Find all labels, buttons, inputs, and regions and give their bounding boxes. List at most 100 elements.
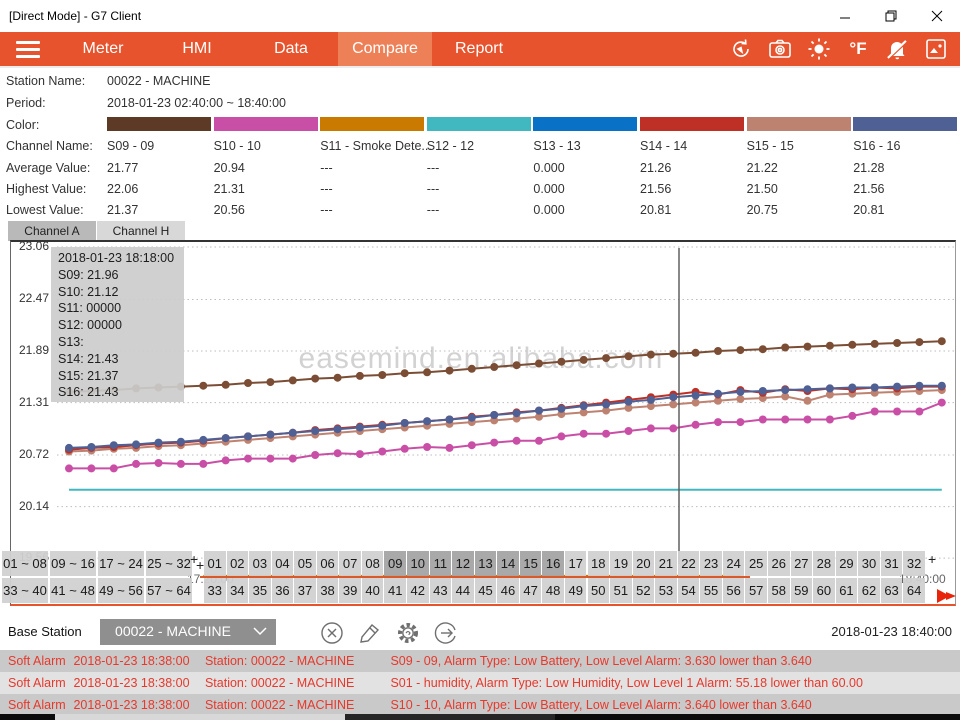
restore-button[interactable] — [868, 0, 914, 32]
alarm-row[interactable]: Soft Alarm 2018-01-23 18:38:00 Station: … — [0, 672, 960, 694]
channel-button-36[interactable]: 36 — [272, 578, 294, 603]
hamburger-menu-button[interactable] — [0, 32, 56, 66]
camera-button[interactable] — [768, 37, 792, 61]
channel-button-41[interactable]: 41 — [384, 578, 406, 603]
channel-group-button-09~16[interactable]: 09 ~ 16 — [50, 551, 96, 576]
gallery-button[interactable] — [924, 37, 948, 61]
clear-button[interactable] — [318, 619, 345, 646]
channel-button-25[interactable]: 25 — [745, 551, 767, 576]
next-page-arrow-button[interactable] — [936, 586, 958, 611]
channel-button-22[interactable]: 22 — [678, 551, 700, 576]
channel-button-46[interactable]: 46 — [497, 578, 519, 603]
channel-group-button-17~24[interactable]: 17 ~ 24 — [98, 551, 144, 576]
minimize-button[interactable] — [822, 0, 868, 32]
channel-button-09[interactable]: 09 — [384, 551, 406, 576]
channel-group-button-49~56[interactable]: 49 ~ 56 — [98, 578, 144, 603]
channel-button-61[interactable]: 61 — [836, 578, 858, 603]
channel-button-24[interactable]: 24 — [723, 551, 745, 576]
channel-button-29[interactable]: 29 — [836, 551, 858, 576]
channel-button-50[interactable]: 50 — [588, 578, 610, 603]
channel-button-42[interactable]: 42 — [407, 578, 429, 603]
channel-button-43[interactable]: 43 — [430, 578, 452, 603]
channel-button-10[interactable]: 10 — [407, 551, 429, 576]
brightness-button[interactable] — [807, 37, 831, 61]
channel-button-56[interactable]: 56 — [723, 578, 745, 603]
channel-button-62[interactable]: 62 — [858, 578, 880, 603]
channel-group-button-01~08[interactable]: 01 ~ 08 — [2, 551, 48, 576]
channel-group-button-41~48[interactable]: 41 ~ 48 — [50, 578, 96, 603]
channel-button-21[interactable]: 21 — [655, 551, 677, 576]
channel-button-26[interactable]: 26 — [768, 551, 790, 576]
channel-button-57[interactable]: 57 — [745, 578, 767, 603]
go-button[interactable] — [432, 619, 459, 646]
channel-button-20[interactable]: 20 — [633, 551, 655, 576]
alarm-row[interactable]: Soft Alarm 2018-01-23 18:38:00 Station: … — [0, 650, 960, 672]
channel-button-49[interactable]: 49 — [565, 578, 587, 603]
channel-button-45[interactable]: 45 — [475, 578, 497, 603]
alarm-mute-button[interactable] — [885, 37, 909, 61]
channel-button-58[interactable]: 58 — [768, 578, 790, 603]
channel-group-button-57~64[interactable]: 57 ~ 64 — [146, 578, 192, 603]
tab-channel-h[interactable]: Channel H — [97, 221, 185, 241]
channel-button-07[interactable]: 07 — [339, 551, 361, 576]
channel-button-31[interactable]: 31 — [881, 551, 903, 576]
channel-button-33[interactable]: 33 — [204, 578, 226, 603]
channel-button-35[interactable]: 35 — [249, 578, 271, 603]
channel-button-52[interactable]: 52 — [633, 578, 655, 603]
channel-button-44[interactable]: 44 — [452, 578, 474, 603]
channel-button-13[interactable]: 13 — [475, 551, 497, 576]
channel-button-51[interactable]: 51 — [610, 578, 632, 603]
channel-button-60[interactable]: 60 — [813, 578, 835, 603]
channel-button-04[interactable]: 04 — [272, 551, 294, 576]
channel-button-34[interactable]: 34 — [227, 578, 249, 603]
nav-item-compare[interactable]: Compare — [338, 32, 432, 66]
channel-button-30[interactable]: 30 — [858, 551, 880, 576]
channel-button-54[interactable]: 54 — [678, 578, 700, 603]
channel-button-05[interactable]: 05 — [294, 551, 316, 576]
nav-item-report[interactable]: Report — [432, 32, 526, 66]
channel-button-47[interactable]: 47 — [520, 578, 542, 603]
channel-button-06[interactable]: 06 — [317, 551, 339, 576]
channel-button-64[interactable]: 64 — [903, 578, 925, 603]
channel-button-55[interactable]: 55 — [700, 578, 722, 603]
strip-left-plus[interactable]: + — [196, 557, 204, 573]
strip-right-plus[interactable]: + — [928, 551, 936, 567]
nav-item-meter[interactable]: Meter — [56, 32, 150, 66]
temperature-unit-button[interactable]: °F — [846, 37, 870, 61]
channel-button-15[interactable]: 15 — [520, 551, 542, 576]
edit-button[interactable] — [356, 619, 383, 646]
channel-button-01[interactable]: 01 — [204, 551, 226, 576]
channel-button-08[interactable]: 08 — [362, 551, 384, 576]
channel-button-39[interactable]: 39 — [339, 578, 361, 603]
tab-channel-a[interactable]: Channel A — [8, 221, 96, 241]
channel-button-40[interactable]: 40 — [362, 578, 384, 603]
channel-button-59[interactable]: 59 — [791, 578, 813, 603]
channel-button-12[interactable]: 12 — [452, 551, 474, 576]
channel-group-button-33~40[interactable]: 33 ~ 40 — [2, 578, 48, 603]
channel-button-38[interactable]: 38 — [317, 578, 339, 603]
base-station-dropdown[interactable]: 00022 - MACHINE — [100, 619, 276, 645]
channel-button-48[interactable]: 48 — [542, 578, 564, 603]
channel-button-53[interactable]: 53 — [655, 578, 677, 603]
settings-button[interactable] — [394, 619, 421, 646]
channel-button-03[interactable]: 03 — [249, 551, 271, 576]
channel-button-02[interactable]: 02 — [227, 551, 249, 576]
channel-group-button-25~32[interactable]: 25 ~ 32 — [146, 551, 192, 576]
nav-item-data[interactable]: Data — [244, 32, 338, 66]
channel-button-16[interactable]: 16 — [542, 551, 564, 576]
channel-button-28[interactable]: 28 — [813, 551, 835, 576]
alarm-row[interactable]: Soft Alarm 2018-01-23 18:38:00 Station: … — [0, 694, 960, 716]
channel-button-37[interactable]: 37 — [294, 578, 316, 603]
channel-button-63[interactable]: 63 — [881, 578, 903, 603]
channel-button-17[interactable]: 17 — [565, 551, 587, 576]
channel-button-23[interactable]: 23 — [700, 551, 722, 576]
close-button[interactable] — [914, 0, 960, 32]
channel-button-32[interactable]: 32 — [903, 551, 925, 576]
channel-button-18[interactable]: 18 — [588, 551, 610, 576]
channel-button-19[interactable]: 19 — [610, 551, 632, 576]
channel-button-11[interactable]: 11 — [430, 551, 452, 576]
channel-button-14[interactable]: 14 — [497, 551, 519, 576]
nav-item-hmi[interactable]: HMI — [150, 32, 244, 66]
channel-button-27[interactable]: 27 — [791, 551, 813, 576]
sync-button[interactable] — [729, 37, 753, 61]
